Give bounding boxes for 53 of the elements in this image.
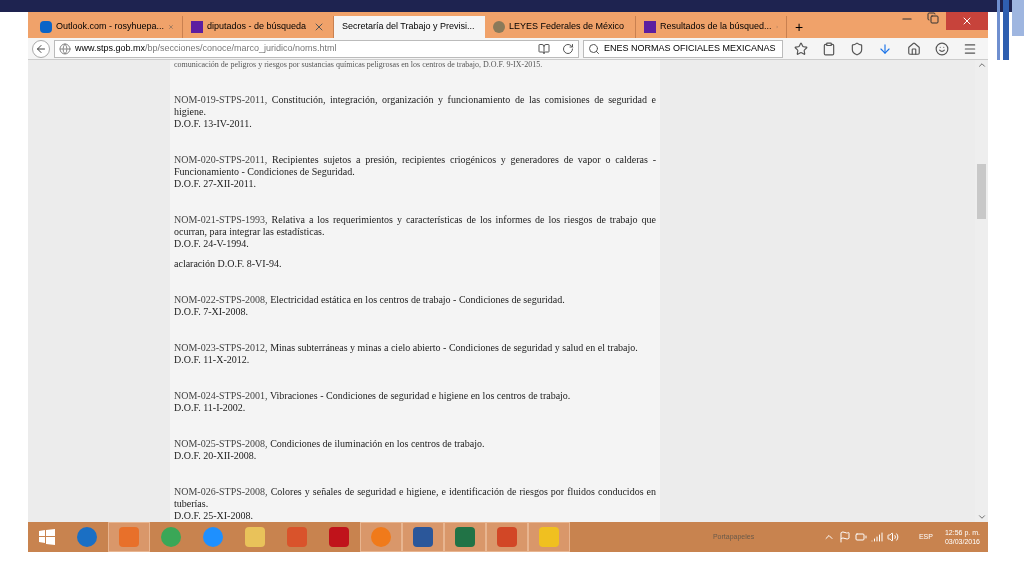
clipboard-icon[interactable]	[822, 41, 837, 56]
publication-date: D.O.F. 24-V-1994.	[174, 238, 250, 250]
reader-view-icon[interactable]	[538, 42, 550, 55]
tab-title: Outlook.com - rosyhuepa...	[56, 20, 165, 34]
tab-title: Resultados de la búsqued...	[660, 20, 772, 34]
note: aclaración D.O.F. 8-VI-94.	[174, 258, 283, 270]
taskbar-app[interactable]	[108, 522, 150, 552]
new-tab-button[interactable]: +	[787, 16, 811, 38]
scroll-down-icon[interactable]	[976, 512, 987, 522]
search-icon	[588, 42, 600, 55]
publication-date: D.O.F. 7-XI-2008.	[174, 306, 249, 318]
pocket-icon[interactable]	[850, 41, 865, 56]
address-field[interactable]: www.stps.gob.mx/bp/secciones/conoce/marco_juridico/noms.html	[54, 39, 579, 58]
publication-date: D.O.F. 27-XII-2011.	[174, 178, 257, 190]
menu-icon[interactable]	[962, 41, 977, 56]
windows-icon	[39, 529, 55, 545]
back-arrow-icon	[35, 42, 47, 55]
globe-icon	[59, 42, 71, 55]
publication-date: D.O.F. 20-XII-2008.	[174, 450, 258, 462]
flag-icon[interactable]	[838, 531, 851, 543]
search-field[interactable]: ENES NORMAS OFICIALES MEXICANAS	[583, 39, 783, 58]
url-text: www.stps.gob.mx/bp/secciones/conoce/marco_juridico/noms.html	[75, 41, 338, 55]
norm-entry: NOM-026-STPS-2008, Colores y señales de seguridad e higiene, e identificación de riesgos por fluidos conducidos en tuberías.	[174, 486, 656, 510]
publication-date: D.O.F. 11-I-2002.	[174, 402, 247, 414]
norm-entry: NOM-021-STPS-1993, Relativa a los requerimientos y características de los informes de los riesgos de trabajo que ocurran, para integrar las estadísticas.	[174, 214, 656, 238]
norm-entry: NOM-024-STPS-2001, Vibraciones - Condiciones de seguridad e higiene en los centros de trabajo.	[174, 390, 572, 402]
tab-title: LEYES Federales de México	[509, 20, 625, 34]
norm-entry: NOM-023-STPS-2012, Minas subterráneas y minas a cielo abierto - Condiciones de seguridad y salud en el trabajo.	[174, 342, 639, 354]
taskbar-app[interactable]	[486, 522, 528, 552]
norm-entry: NOM-025-STPS-2008, Condiciones de iluminación en los centros de trabajo.	[174, 438, 486, 450]
tab-title: diputados - de búsqueda	[207, 20, 308, 34]
taskbar-app[interactable]	[444, 522, 486, 552]
volume-icon[interactable]	[886, 531, 899, 543]
taskbar-app[interactable]	[402, 522, 444, 552]
norm-entry: NOM-022-STPS-2008, Electricidad estática en los centros de trabajo - Condiciones de seguridad.	[174, 294, 566, 306]
scroll-up-icon[interactable]	[976, 60, 987, 70]
tab-title: Secretaría del Trabajo y Previsi...	[342, 20, 475, 34]
battery-icon[interactable]	[854, 531, 867, 543]
paragraph: comunicación de peligros y riesgos por sustancias químicas peligrosas en los centros de trabajo, D.O.F. 9-IX-2015.	[174, 60, 544, 70]
norm-entry: NOM-019-STPS-2011, Constitución, integración, organización y funcionamiento de las comisiones de seguridad e higiene.	[174, 94, 656, 118]
scrollbar[interactable]	[975, 60, 988, 522]
home-icon[interactable]	[906, 41, 921, 56]
publication-date: D.O.F. 13-IV-2011.	[174, 118, 253, 130]
reload-icon[interactable]	[562, 42, 574, 55]
publication-date: D.O.F. 25-XI-2008.	[174, 510, 254, 522]
scroll-thumb[interactable]	[977, 163, 986, 219]
publication-date: D.O.F. 11-X-2012.	[174, 354, 251, 366]
star-icon[interactable]	[794, 41, 809, 56]
back-button[interactable]	[32, 39, 50, 58]
browser-tab[interactable]: Secretaría del Trabajo y Previsi...	[334, 16, 485, 38]
search-value: ENES NORMAS OFICIALES MEXICANAS	[604, 41, 776, 55]
norm-entry: NOM-020-STPS-2011, Recipientes sujetos a presión, recipientes criogénicos y generadores de vapor o calderas - Funcionamiento - Condiciones de Seguridad.	[174, 154, 656, 178]
smiley-icon[interactable]	[934, 41, 949, 56]
